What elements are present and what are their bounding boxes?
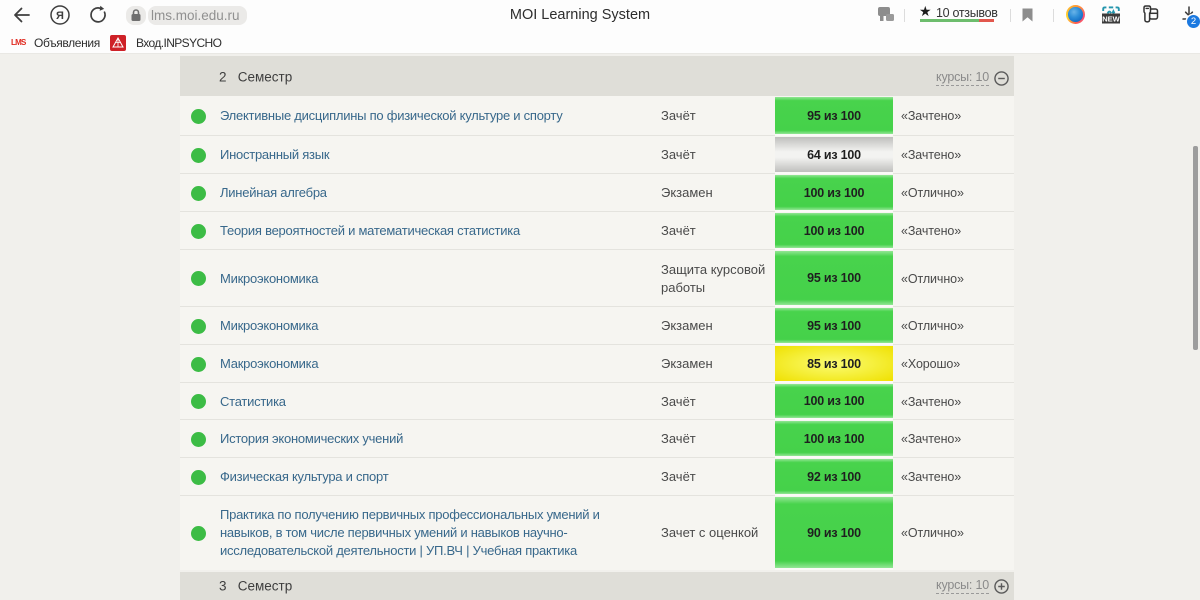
svg-text:Я: Я xyxy=(56,10,64,22)
svg-text:NEW: NEW xyxy=(1102,14,1120,23)
